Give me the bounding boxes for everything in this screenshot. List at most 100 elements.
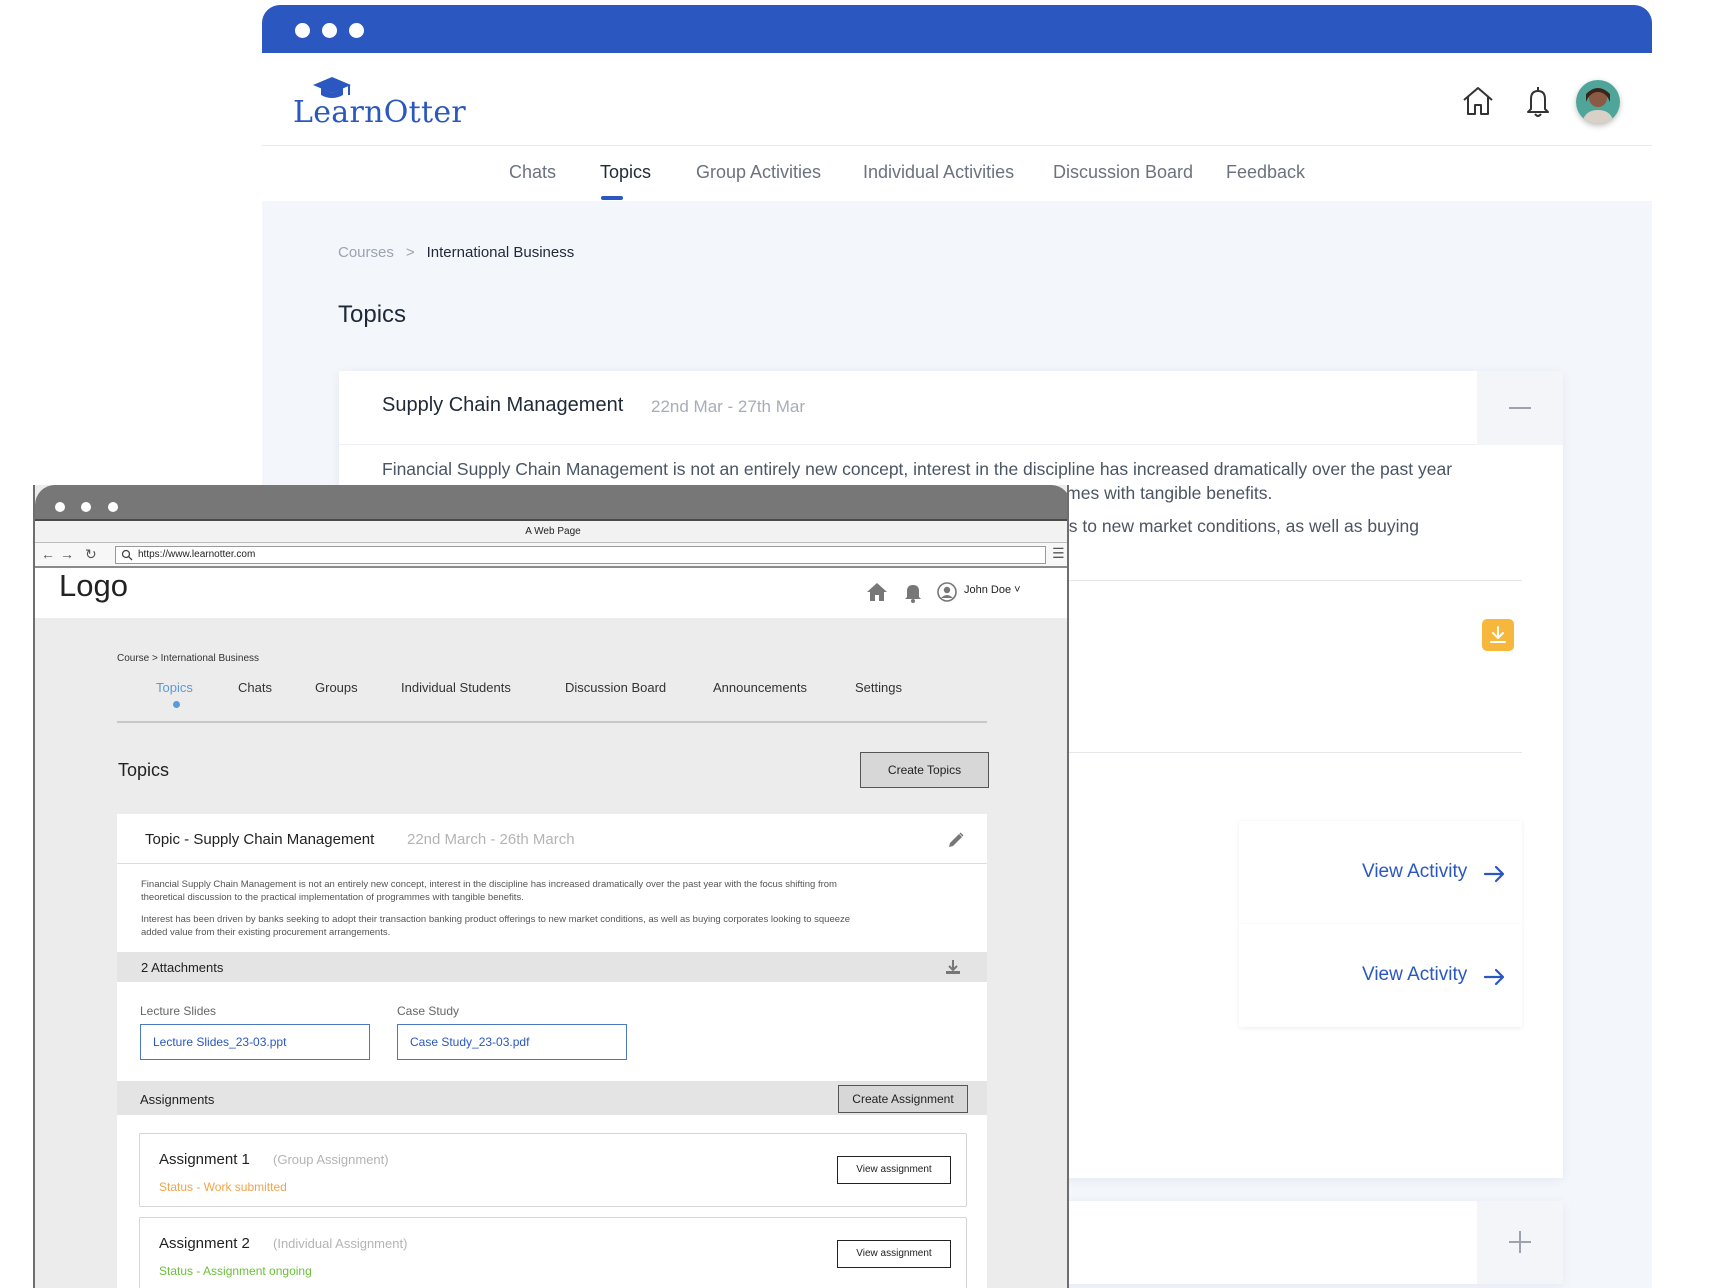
description-line: Interest has been driven by banks seekin… bbox=[141, 914, 851, 925]
home-icon[interactable] bbox=[865, 580, 889, 604]
arrow-right-icon[interactable] bbox=[1482, 965, 1506, 989]
bell-icon[interactable] bbox=[901, 580, 925, 604]
tab-settings[interactable]: Settings bbox=[855, 680, 902, 695]
attachments-body: Lecture Slides Lecture Slides_23-03.ppt … bbox=[117, 982, 987, 1081]
hifi-main-nav: Chats Topics Group Activities Individual… bbox=[262, 146, 1652, 201]
description-line: added value from their existing procurem… bbox=[141, 927, 391, 938]
topic-card-header[interactable]: Supply Chain Management 22nd Mar - 27th … bbox=[339, 371, 1563, 445]
topic-title: Topic - Supply Chain Management bbox=[145, 831, 375, 848]
create-topics-button[interactable]: Create Topics bbox=[860, 752, 989, 788]
assignment-status: Status - Assignment ongoing bbox=[159, 1264, 312, 1278]
tabs-divider bbox=[117, 721, 987, 723]
view-activity-link[interactable]: View Activity bbox=[1362, 964, 1467, 986]
tab-announcements[interactable]: Announcements bbox=[713, 680, 807, 695]
attachment-file[interactable]: Lecture Slides_23-03.ppt bbox=[140, 1024, 370, 1060]
tab-feedback[interactable]: Feedback bbox=[1226, 162, 1305, 183]
tab-group-activities[interactable]: Group Activities bbox=[696, 162, 821, 183]
browser-page-title: A Web Page bbox=[35, 519, 1067, 543]
attachments-count: 2 Attachments bbox=[141, 960, 224, 975]
reload-icon[interactable]: ↻ bbox=[85, 546, 97, 563]
attachment-file[interactable]: Case Study_23-03.pdf bbox=[397, 1024, 627, 1060]
topic-dates: 22nd March - 26th March bbox=[407, 831, 575, 848]
chevron-down-icon: ˅ bbox=[1014, 584, 1021, 596]
wireframe-window: A Web Page ← → ↻ https://www.learnotter.… bbox=[33, 485, 1069, 1288]
hifi-header: LearnOtter bbox=[262, 53, 1652, 146]
view-activity-link[interactable]: View Activity bbox=[1362, 861, 1467, 883]
bell-icon[interactable] bbox=[1518, 81, 1558, 121]
active-tab-indicator bbox=[601, 196, 623, 200]
create-assignment-button[interactable]: Create Assignment bbox=[838, 1085, 968, 1113]
tab-topics[interactable]: Topics bbox=[600, 162, 651, 183]
assignments-title: Assignments bbox=[140, 1092, 215, 1107]
tab-chats[interactable]: Chats bbox=[238, 680, 272, 695]
attachment-label: Case Study bbox=[397, 1004, 460, 1018]
back-icon[interactable]: ← bbox=[41, 546, 55, 562]
topic-description-line: Financial Supply Chain Management is not… bbox=[382, 459, 1453, 479]
assignment-row: Assignment 2 (Individual Assignment) Sta… bbox=[139, 1217, 967, 1288]
expand-button[interactable] bbox=[1477, 1201, 1563, 1284]
assignments-header: Assignments Create Assignment bbox=[117, 1081, 987, 1115]
assignment-type: (Individual Assignment) bbox=[273, 1236, 408, 1251]
forward-icon[interactable]: → bbox=[60, 546, 74, 562]
attachments-header: 2 Attachments bbox=[117, 952, 987, 982]
breadcrumb[interactable]: Course > International Business bbox=[117, 653, 259, 664]
tab-chats[interactable]: Chats bbox=[509, 162, 556, 183]
window-close-dot[interactable] bbox=[295, 23, 310, 38]
window-minimize-dot[interactable] bbox=[81, 502, 91, 512]
home-icon[interactable] bbox=[1458, 81, 1498, 121]
section-title: Topics bbox=[118, 760, 170, 780]
window-maximize-dot[interactable] bbox=[108, 502, 118, 512]
assignment-name: Assignment 1 bbox=[159, 1151, 250, 1168]
window-maximize-dot[interactable] bbox=[349, 23, 364, 38]
logo[interactable]: Logo bbox=[59, 568, 128, 604]
description-line: theoretical discussion to the practical … bbox=[141, 892, 524, 903]
collapse-button[interactable] bbox=[1477, 371, 1563, 445]
pencil-icon[interactable] bbox=[947, 831, 965, 849]
breadcrumb: Courses > International Business bbox=[338, 244, 574, 261]
wireframe-titlebar bbox=[35, 485, 1067, 519]
window-close-dot[interactable] bbox=[55, 502, 65, 512]
hifi-window-titlebar bbox=[262, 5, 1652, 53]
wireframe-header: Logo John Doe ˅ bbox=[35, 568, 1067, 618]
breadcrumb-courses[interactable]: Courses bbox=[338, 244, 394, 261]
tab-discussion-board[interactable]: Discussion Board bbox=[1053, 162, 1193, 183]
user-menu[interactable]: John Doe ˅ bbox=[964, 584, 1021, 596]
topic-card-header: Topic - Supply Chain Management 22nd Mar… bbox=[117, 814, 987, 864]
tab-individual-activities[interactable]: Individual Activities bbox=[863, 162, 1014, 183]
browser-toolbar: ← → ↻ https://www.learnotter.com ☰ bbox=[35, 543, 1067, 568]
url-text: https://www.learnotter.com bbox=[138, 549, 256, 560]
view-assignment-button[interactable]: View assignment bbox=[837, 1156, 951, 1184]
download-icon[interactable] bbox=[944, 958, 962, 976]
assignment-type: (Group Assignment) bbox=[273, 1152, 389, 1167]
assignment-name: Assignment 2 bbox=[159, 1235, 250, 1252]
description-line: Financial Supply Chain Management is not… bbox=[141, 879, 837, 890]
breadcrumb-separator: > bbox=[405, 244, 415, 261]
menu-icon[interactable]: ☰ bbox=[1052, 545, 1065, 562]
window-minimize-dot[interactable] bbox=[322, 23, 337, 38]
assignment-row: Assignment 1 (Group Assignment) Status -… bbox=[139, 1133, 967, 1207]
tab-topics[interactable]: Topics bbox=[156, 680, 193, 695]
url-input[interactable]: https://www.learnotter.com bbox=[115, 546, 1046, 564]
tab-individual-students[interactable]: Individual Students bbox=[401, 680, 511, 695]
download-button[interactable] bbox=[1482, 619, 1514, 651]
topic-description-line: t offerings to new market conditions, as… bbox=[1001, 516, 1419, 536]
tab-groups[interactable]: Groups bbox=[315, 680, 358, 695]
topic-description: Financial Supply Chain Management is not… bbox=[117, 864, 987, 952]
learnotter-logo[interactable]: LearnOtter bbox=[293, 75, 493, 133]
minus-icon bbox=[1509, 407, 1531, 409]
brand-name: LearnOtter bbox=[293, 95, 467, 130]
topic-title: Supply Chain Management bbox=[382, 394, 624, 416]
user-icon[interactable] bbox=[935, 580, 959, 604]
topic-description-line: programmes with tangible benefits. bbox=[1001, 483, 1273, 503]
assignment-status: Status - Work submitted bbox=[159, 1180, 287, 1194]
view-assignment-button[interactable]: View assignment bbox=[837, 1240, 951, 1268]
download-icon bbox=[1490, 626, 1506, 643]
user-name: John Doe bbox=[964, 584, 1012, 596]
topic-dates: 22nd Mar - 27th Mar bbox=[651, 397, 806, 416]
user-avatar[interactable] bbox=[1576, 80, 1620, 124]
attachment-label: Lecture Slides bbox=[140, 1004, 217, 1018]
page-title: Topics bbox=[338, 301, 407, 328]
assignments-list: Assignment 1 (Group Assignment) Status -… bbox=[117, 1115, 987, 1288]
arrow-right-icon[interactable] bbox=[1482, 862, 1506, 886]
tab-discussion-board[interactable]: Discussion Board bbox=[565, 680, 666, 695]
